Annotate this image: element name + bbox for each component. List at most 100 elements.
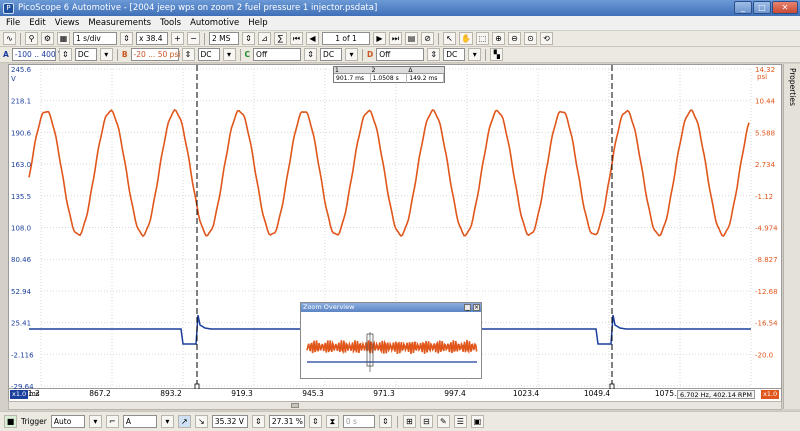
menu-file[interactable]: File (6, 18, 20, 28)
zoom-overview-window[interactable]: Zoom Overview _ × (300, 302, 482, 379)
menu-edit[interactable]: Edit (29, 18, 45, 28)
channel-a-coupling-select[interactable]: DC (74, 48, 97, 61)
trigger-mode-dropdown-icon[interactable]: ▾ (88, 415, 102, 428)
menu-views[interactable]: Views (55, 18, 80, 28)
trigger-label: Trigger (21, 417, 47, 426)
trigger-source-dropdown-icon[interactable]: ▾ (160, 415, 174, 428)
buffer-prev-icon[interactable]: ◀ (306, 32, 319, 45)
channel-c-label[interactable]: C (245, 50, 251, 59)
signal-generator-icon[interactable]: ⊿ (258, 32, 271, 45)
measurement-icon[interactable]: ⊟ (419, 415, 433, 428)
channel-c-coupling-select[interactable]: DC (320, 48, 343, 61)
trigger-delay-field[interactable]: 0 s (342, 415, 375, 428)
menu-tools[interactable]: Tools (160, 18, 181, 28)
time-axis-tick: 893.2 (160, 389, 182, 398)
sample-count-select[interactable]: 2 MS (209, 32, 239, 45)
falling-edge-icon[interactable]: ↘ (194, 415, 208, 428)
ruler-legend[interactable]: 1 2 Δ 901.7 ms 1.0508 s 149.2 ms (333, 66, 445, 83)
buffer-navigator-icon[interactable]: ▤ (405, 32, 418, 45)
channel-c-range-spin-icon[interactable]: ⇕ (304, 48, 318, 61)
window-title: PicoScope 6 Automotive - [2004 jeep wps … (18, 3, 378, 13)
horizontal-scroll-thumb[interactable] (291, 403, 299, 408)
channel-b-coupling-select[interactable]: DC (197, 48, 220, 61)
zoom-overview-title-bar[interactable]: Zoom Overview _ × (301, 303, 481, 312)
zoom-factor-field[interactable]: x 38.4 (136, 32, 168, 45)
channel-d-range-spin-icon[interactable]: ⇕ (427, 48, 441, 61)
channel-a-label[interactable]: A (3, 50, 9, 59)
trigger-mode-select[interactable]: Auto (50, 415, 85, 428)
channel-a-range-spin-icon[interactable]: ⇕ (58, 48, 72, 61)
menu-help[interactable]: Help (248, 18, 267, 28)
channel-d-range-select[interactable]: Off (376, 48, 425, 61)
channel-c-range-select[interactable]: Off (253, 48, 302, 61)
zoom-overview-graph[interactable] (301, 312, 481, 378)
maximize-button[interactable]: □ (753, 1, 771, 14)
zoom-overview-close-icon[interactable]: × (473, 304, 480, 311)
channel-a-scale-tag[interactable]: x1.0 (10, 390, 29, 399)
trigger-threshold-field[interactable]: 35.32 V (211, 415, 248, 428)
picoscope-app-icon: P (3, 2, 14, 14)
timebase-select[interactable]: 1 s/div (73, 32, 117, 45)
channel-b-options-icon[interactable]: ▾ (222, 48, 236, 61)
horizontal-scrollbar[interactable] (8, 401, 782, 410)
threshold-spin-icon[interactable]: ⇕ (251, 415, 265, 428)
trigger-edge-icon[interactable]: ⌐ (105, 415, 119, 428)
channel-b-label[interactable]: B (122, 50, 128, 59)
trigger-source-select[interactable]: A (122, 415, 157, 428)
add-ruler-icon[interactable]: ⊞ (402, 415, 416, 428)
delay-icon[interactable]: ⧗ (325, 415, 339, 428)
pre-trigger-spin-icon[interactable]: ⇕ (308, 415, 322, 428)
hand-tool-icon[interactable]: ✋ (459, 32, 473, 45)
voltage-axis-tick: -2.116 (11, 351, 34, 359)
pre-trigger-field[interactable]: 27.31 % (268, 415, 305, 428)
pressure-axis-tick: -8.827 (755, 256, 778, 264)
channel-d-options-icon[interactable]: ▾ (468, 48, 482, 61)
delay-spin-icon[interactable]: ⇕ (378, 415, 392, 428)
notes-icon[interactable]: ✎ (436, 415, 450, 428)
timebase-spin-icon[interactable]: ⇕ (120, 32, 133, 45)
toolbar-divider (204, 32, 205, 45)
channel-d-label[interactable]: D (367, 50, 373, 59)
buffer-position-field[interactable]: 1 of 1 (322, 32, 370, 45)
channel-labels-icon[interactable]: ☰ (453, 415, 467, 428)
channel-setup-icon[interactable]: ⚙ (41, 32, 54, 45)
zoom-undo-icon[interactable]: ⟲ (539, 32, 553, 45)
zoom-overview-minimize-icon[interactable]: _ (464, 304, 471, 311)
zoom-in-small-icon[interactable]: + (171, 32, 184, 45)
scope-mode-icon[interactable]: ∿ (3, 32, 16, 45)
time-axis-tick: 997.4 (444, 389, 466, 398)
zoom-in-icon[interactable]: ⊕ (491, 32, 505, 45)
zoom-region-icon[interactable]: ⬚ (475, 32, 489, 45)
view-icon[interactable]: ▣ (470, 415, 484, 428)
channel-b-scale-tag[interactable]: x1.0 (761, 390, 780, 399)
pointer-tool-icon[interactable]: ↖ (443, 32, 456, 45)
channel-b-range-select[interactable]: -20 ... 50 psi (130, 48, 180, 61)
channel-b-range-spin-icon[interactable]: ⇕ (181, 48, 195, 61)
buffer-last-icon[interactable]: ⏭ (389, 32, 402, 45)
properties-side-tab[interactable]: Properties (783, 64, 800, 409)
buffer-first-icon[interactable]: ⏮ (290, 32, 303, 45)
minimize-button[interactable]: _ (734, 1, 752, 14)
ruler-icon[interactable]: ⊘ (421, 32, 434, 45)
samples-spin-icon[interactable]: ⇕ (242, 32, 255, 45)
channel-a-options-icon[interactable]: ▾ (99, 48, 113, 61)
zoom-out-icon[interactable]: ⊖ (507, 32, 521, 45)
menu-automotive[interactable]: Automotive (190, 18, 239, 28)
grid-layout-icon[interactable]: ▦ (57, 32, 70, 45)
rising-edge-icon[interactable]: ↗ (177, 415, 191, 428)
close-button[interactable]: ✕ (772, 1, 798, 14)
stop-capture-icon[interactable]: ■ (4, 415, 17, 428)
math-channel-icon[interactable]: ∑ (274, 32, 287, 45)
zoom-out-small-icon[interactable]: − (187, 32, 200, 45)
voltage-axis-tick: 218.1 (11, 98, 31, 106)
channel-d-coupling-select[interactable]: DC (443, 48, 466, 61)
zoom-fit-icon[interactable]: ⊙ (523, 32, 537, 45)
buffer-next-icon[interactable]: ▶ (373, 32, 386, 45)
channel-a-range-select[interactable]: -100 .. 400 V (11, 48, 63, 61)
channel-c-options-icon[interactable]: ▾ (345, 48, 359, 61)
channel-b-waveform[interactable] (28, 108, 750, 238)
menu-measurements[interactable]: Measurements (88, 18, 151, 28)
time-axis-tick: 945.3 (302, 389, 324, 398)
channel-options-icon[interactable]: ▚ (490, 48, 504, 61)
probe-icon[interactable]: ⚲ (25, 32, 38, 45)
